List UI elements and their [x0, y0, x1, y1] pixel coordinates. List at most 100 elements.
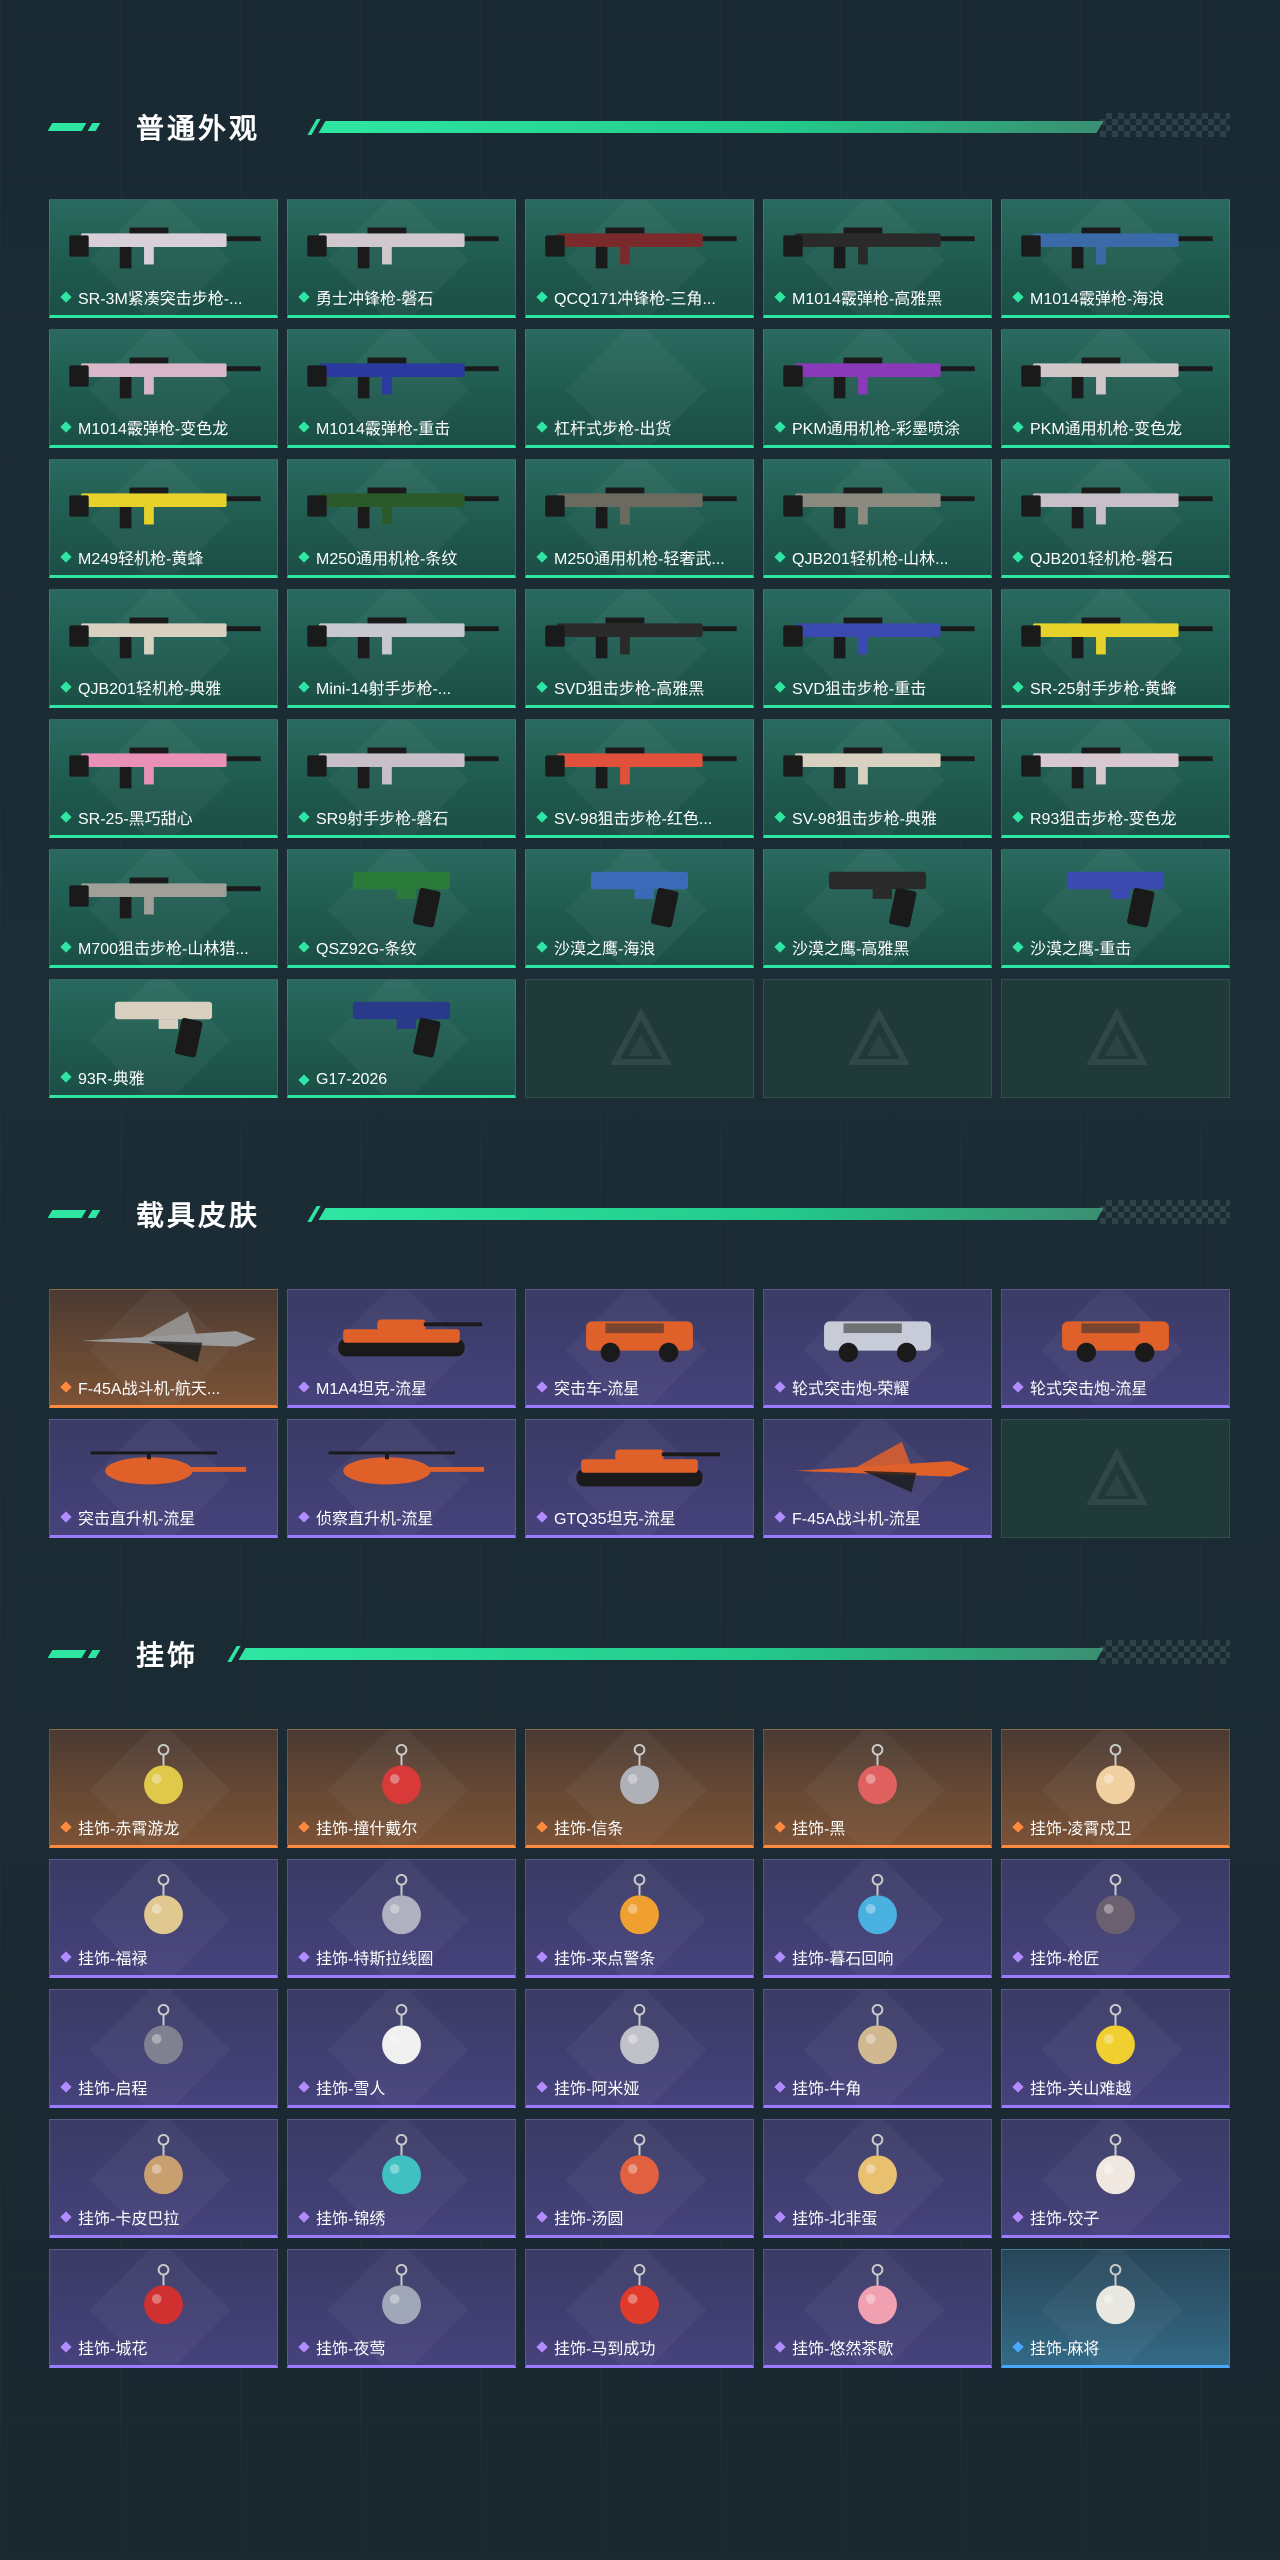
item-card[interactable]: M1014霰弹枪-变色龙: [49, 329, 278, 448]
item-card[interactable]: 挂饰-特斯拉线圈: [287, 1859, 516, 1978]
item-card[interactable]: QSZ92G-条纹: [287, 849, 516, 968]
item-card[interactable]: 挂饰-悠然茶歇: [763, 2249, 992, 2368]
item-name: 挂饰-北非蛋: [792, 2211, 878, 2228]
item-card[interactable]: 挂饰-北非蛋: [763, 2119, 992, 2238]
item-card[interactable]: PKM通用机枪-变色龙: [1001, 329, 1230, 448]
item-card[interactable]: SR-25射手步枪-黄蜂: [1001, 589, 1230, 708]
item-card[interactable]: M1014霰弹枪-重击: [287, 329, 516, 448]
item-label-row: 挂饰-阿米娅: [536, 2075, 747, 2099]
item-card[interactable]: 挂饰-麻将: [1001, 2249, 1230, 2368]
item-name: 93R-典雅: [78, 1071, 145, 1088]
item-card[interactable]: 沙漠之鹰-高雅黑: [763, 849, 992, 968]
rarity-diamond-icon: [774, 421, 786, 433]
item-card[interactable]: 轮式突击炮-流星: [1001, 1289, 1230, 1408]
item-card[interactable]: M249轻机枪-黄蜂: [49, 459, 278, 578]
item-card[interactable]: SR9射手步枪-磐石: [287, 719, 516, 838]
item-card[interactable]: 沙漠之鹰-重击: [1001, 849, 1230, 968]
item-card[interactable]: PKM通用机枪-彩墨喷涂: [763, 329, 992, 448]
item-label-row: 挂饰-枪匠: [1012, 1945, 1223, 1969]
item-label-row: 挂饰-马到成功: [536, 2335, 747, 2359]
item-card[interactable]: 挂饰-暮石回响: [763, 1859, 992, 1978]
item-card[interactable]: 挂饰-汤圆: [525, 2119, 754, 2238]
item-name: 挂饰-马到成功: [554, 2341, 656, 2358]
item-card[interactable]: 挂饰-关山难越: [1001, 1989, 1230, 2108]
item-card[interactable]: SR-25-黑巧甜心: [49, 719, 278, 838]
item-label-row: 93R-典雅: [60, 1065, 271, 1089]
item-label-row: QCQ171冲锋枪-三角...: [536, 285, 747, 309]
item-card[interactable]: 勇士冲锋枪-磐石: [287, 199, 516, 318]
item-card[interactable]: 挂饰-信条: [525, 1729, 754, 1848]
rarity-diamond-icon: [1012, 1821, 1024, 1833]
section-header: 普通外观: [47, 105, 1230, 145]
item-card[interactable]: 挂饰-夜莺: [287, 2249, 516, 2368]
item-card[interactable]: G17-2026: [287, 979, 516, 1098]
item-label-row: 挂饰-来点警条: [536, 1945, 747, 1969]
weapon-image: [298, 732, 505, 800]
item-card[interactable]: 挂饰-饺子: [1001, 2119, 1230, 2238]
item-card[interactable]: 挂饰-枪匠: [1001, 1859, 1230, 1978]
item-card[interactable]: 突击车-流星: [525, 1289, 754, 1408]
item-card[interactable]: SV-98狙击步枪-红色...: [525, 719, 754, 838]
rarity-diamond-icon: [60, 941, 72, 953]
item-card[interactable]: 挂饰-锦绣: [287, 2119, 516, 2238]
item-card[interactable]: SR-3M紧凑突击步枪-...: [49, 199, 278, 318]
item-name: M249轻机枪-黄蜂: [78, 551, 204, 568]
item-card[interactable]: 挂饰-城花: [49, 2249, 278, 2368]
item-label-row: M250通用机枪-条纹: [298, 545, 509, 569]
weapon-image: [298, 992, 505, 1060]
item-card[interactable]: 杠杆式步枪-出货: [525, 329, 754, 448]
item-card[interactable]: 挂饰-雪人: [287, 1989, 516, 2108]
item-label-row: 挂饰-凌霄戍卫: [1012, 1815, 1223, 1839]
charm-image: [60, 1872, 267, 1940]
item-card[interactable]: Mini-14射手步枪-...: [287, 589, 516, 708]
rarity-diamond-icon: [774, 2081, 786, 2093]
item-label-row: M1014霰弹枪-海浪: [1012, 285, 1223, 309]
item-card[interactable]: M1014霰弹枪-海浪: [1001, 199, 1230, 318]
item-name: SR-3M紧凑突击步枪-...: [78, 291, 243, 308]
item-card[interactable]: 挂饰-黑: [763, 1729, 992, 1848]
rarity-diamond-icon: [60, 681, 72, 693]
item-card[interactable]: F-45A战斗机-航天...: [49, 1289, 278, 1408]
item-card[interactable]: GTQ35坦克-流星: [525, 1419, 754, 1538]
item-card[interactable]: M1A4坦克-流星: [287, 1289, 516, 1408]
item-card[interactable]: 挂饰-来点警条: [525, 1859, 754, 1978]
item-card[interactable]: QJB201轻机枪-典雅: [49, 589, 278, 708]
item-card[interactable]: 挂饰-凌霄戍卫: [1001, 1729, 1230, 1848]
item-card[interactable]: M250通用机枪-轻奢武...: [525, 459, 754, 578]
item-card[interactable]: QJB201轻机枪-山林...: [763, 459, 992, 578]
weapon-image: [1012, 472, 1219, 540]
item-card[interactable]: SVD狙击步枪-高雅黑: [525, 589, 754, 708]
item-card[interactable]: 挂饰-卡皮巴拉: [49, 2119, 278, 2238]
item-label-row: 杠杆式步枪-出货: [536, 415, 747, 439]
header-bar: [318, 121, 1104, 133]
item-card[interactable]: QCQ171冲锋枪-三角...: [525, 199, 754, 318]
item-card[interactable]: R93狙击步枪-变色龙: [1001, 719, 1230, 838]
item-card[interactable]: 挂饰-马到成功: [525, 2249, 754, 2368]
item-card[interactable]: 93R-典雅: [49, 979, 278, 1098]
vehicle-image: [536, 1302, 743, 1370]
item-card[interactable]: 挂饰-赤霄游龙: [49, 1729, 278, 1848]
item-card[interactable]: 挂饰-阿米娅: [525, 1989, 754, 2108]
item-card[interactable]: 挂饰-启程: [49, 1989, 278, 2108]
item-label-row: QJB201轻机枪-山林...: [774, 545, 985, 569]
item-card[interactable]: SVD狙击步枪-重击: [763, 589, 992, 708]
item-label-row: 挂饰-夜莺: [298, 2335, 509, 2359]
item-name: G17-2026: [316, 1071, 388, 1088]
item-card[interactable]: 突击直升机-流星: [49, 1419, 278, 1538]
item-name: 挂饰-饺子: [1030, 2211, 1100, 2228]
item-card[interactable]: QJB201轻机枪-磐石: [1001, 459, 1230, 578]
item-card[interactable]: F-45A战斗机-流星: [763, 1419, 992, 1538]
item-label-row: QJB201轻机枪-典雅: [60, 675, 271, 699]
item-card[interactable]: 挂饰-福禄: [49, 1859, 278, 1978]
empty-slot: [1001, 979, 1230, 1098]
item-card[interactable]: 沙漠之鹰-海浪: [525, 849, 754, 968]
item-card[interactable]: 轮式突击炮-荣耀: [763, 1289, 992, 1408]
item-card[interactable]: 挂饰-撞什戴尔: [287, 1729, 516, 1848]
item-card[interactable]: SV-98狙击步枪-典雅: [763, 719, 992, 838]
item-card[interactable]: 挂饰-牛角: [763, 1989, 992, 2108]
item-card[interactable]: M1014霰弹枪-高雅黑: [763, 199, 992, 318]
item-card[interactable]: 侦察直升机-流星: [287, 1419, 516, 1538]
item-card[interactable]: M250通用机枪-条纹: [287, 459, 516, 578]
item-card[interactable]: M700狙击步枪-山林猎...: [49, 849, 278, 968]
rarity-diamond-icon: [536, 811, 548, 823]
